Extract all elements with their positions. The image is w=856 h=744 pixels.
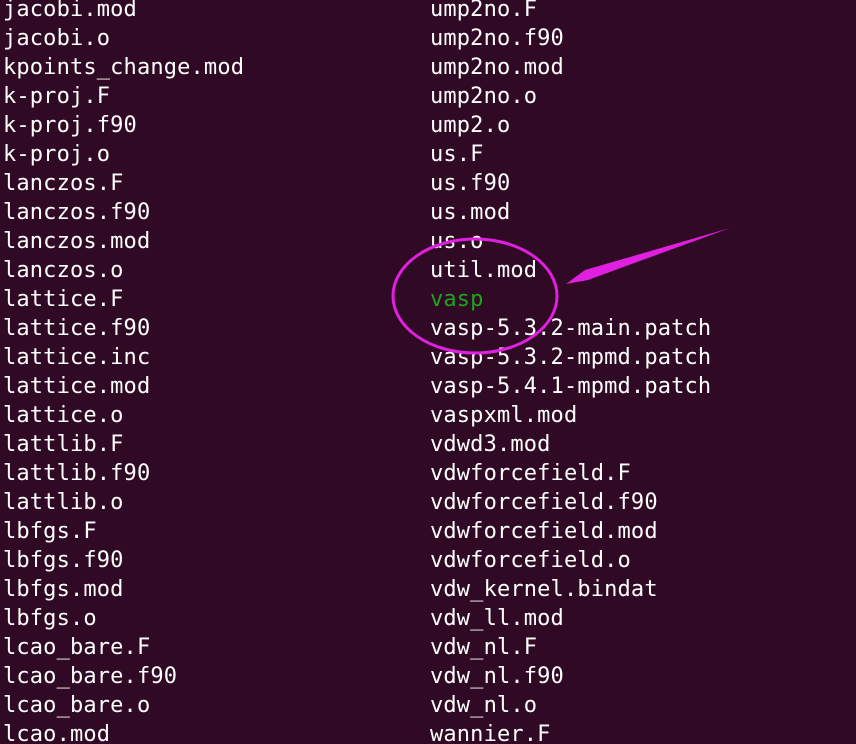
file-entry: lattlib.o [3,490,124,515]
file-entry: lattlib.F [3,432,124,457]
file-entry: lattice.f90 [3,316,151,341]
file-entry: vdwforcefield.F [430,461,631,486]
file-entry: vdw_nl.F [430,635,538,660]
file-entry: lbfgs.F [3,519,97,544]
file-entry: vasp-5.4.1-mpmd.patch [430,374,712,399]
file-entry: lbfgs.f90 [3,548,124,573]
file-entry: us.o [430,229,484,254]
file-entry: k-proj.o [3,142,111,167]
file-entry: lanczos.F [3,171,124,196]
file-entry: lcao_bare.f90 [3,664,178,689]
file-entry: vaspxml.mod [430,403,578,428]
file-entry: vdw_kernel.bindat [430,577,658,602]
file-entry: ump2no.mod [430,55,564,80]
terminal-window[interactable]: jacobi.mod jacobi.o kpoints_change.mod k-pr… [0,0,856,744]
file-entry: k-proj.f90 [3,113,137,138]
file-entry: k-proj.F [3,84,111,109]
file-entry: vdw_nl.f90 [430,664,564,689]
file-entry: lanczos.o [3,258,124,283]
file-entry: vasp-5.3.2-mpmd.patch [430,345,712,370]
file-entry: lanczos.f90 [3,200,151,225]
file-entry: lbfgs.o [3,606,97,631]
file-entry: vasp-5.3.2-main.patch [430,316,712,341]
file-list-right-column: ump2no.F ump2no.f90 ump2no.mod ump2no.o ump2… [430,0,711,744]
file-entry: lcao.mod [3,722,111,744]
file-entry: vdw_ll.mod [430,606,564,631]
file-entry: vdwd3.mod [430,432,551,457]
file-entry: ump2no.o [430,84,538,109]
file-entry: lattice.inc [3,345,151,370]
file-entry: lcao_bare.F [3,635,151,660]
file-entry: kpoints_change.mod [3,55,245,80]
file-entry: us.mod [430,200,511,225]
file-entry: lattice.F [3,287,124,312]
file-entry: lcao_bare.o [3,693,151,718]
file-entry: util.mod [430,258,538,283]
file-entry: lanczos.mod [3,229,151,254]
file-entry: lattlib.f90 [3,461,151,486]
file-entry: vdwforcefield.mod [430,519,658,544]
file-entry: lattice.mod [3,374,151,399]
file-entry: us.F [430,142,484,167]
file-entry: vdwforcefield.o [430,548,631,573]
file-entry: wannier.F [430,722,551,744]
file-entry: vdwforcefield.f90 [430,490,658,515]
file-entry: us.f90 [430,171,511,196]
file-entry: lbfgs.mod [3,577,124,602]
file-entry: jacobi.mod [3,0,137,22]
file-entry: lattice.o [3,403,124,428]
file-entry: ump2.o [430,113,511,138]
file-list-left-column: jacobi.mod jacobi.o kpoints_change.mod k-pr… [3,0,244,744]
file-entry: ump2no.F [430,0,538,22]
file-entry: jacobi.o [3,26,111,51]
executable-file-entry: vasp [430,287,484,312]
file-entry: ump2no.f90 [430,26,564,51]
file-entry: vdw_nl.o [430,693,538,718]
